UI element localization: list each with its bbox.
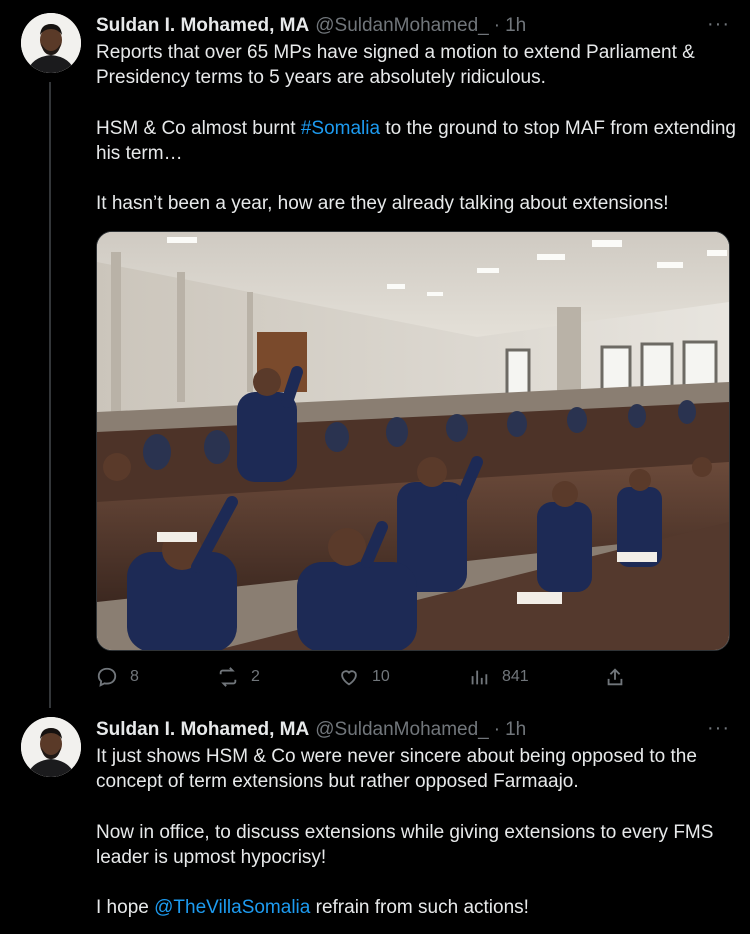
author-name[interactable]: Suldan I. Mohamed, MA [96, 719, 309, 741]
repost-icon [219, 667, 237, 687]
author-handle[interactable]: @SuldanMohamed_ [315, 719, 489, 741]
tweet-actions-bar: 8 2 10 841 [96, 662, 736, 692]
share-button[interactable] [604, 662, 626, 692]
tweet-text-paragraph: It just shows HSM & Co were never sincer… [96, 746, 703, 792]
share-icon [607, 668, 623, 686]
separator-dot: · [493, 719, 501, 740]
repost-count: 2 [251, 668, 260, 685]
tweet-header: Suldan I. Mohamed, MA @SuldanMohamed_ · … [96, 13, 730, 39]
author-avatar[interactable] [21, 717, 81, 777]
separator-dot: · [493, 15, 501, 36]
reply-button[interactable]: 8 [96, 662, 139, 692]
hashtag-link[interactable]: #Somalia [301, 118, 380, 139]
timestamp[interactable]: 1h [505, 719, 526, 741]
tweet-text-paragraph: Now in office, to discuss extensions whi… [96, 822, 719, 868]
parliament-hall-image [97, 232, 729, 650]
views-chart-icon [471, 670, 488, 685]
views-button[interactable]: 841 [468, 662, 529, 692]
mention-link[interactable]: @TheVillaSomalia [154, 897, 310, 918]
reply-icon [97, 667, 117, 687]
more-options-icon[interactable]: ··· [707, 717, 730, 740]
tweet-text-paragraph: It hasn’t been a year, how are they alre… [96, 193, 669, 214]
tweet-text-paragraph: HSM & Co almost burnt #Somalia to the gr… [96, 116, 736, 166]
repost-button[interactable]: 2 [217, 662, 260, 692]
tweet-text-paragraph: I hope @TheVillaSomalia refrain from suc… [96, 895, 736, 920]
like-button[interactable]: 10 [338, 662, 390, 692]
text-segment: HSM & Co almost burnt [96, 118, 301, 139]
tweet-photo[interactable] [96, 231, 730, 651]
author-name[interactable]: Suldan I. Mohamed, MA [96, 15, 309, 37]
text-segment: I hope [96, 897, 155, 918]
author-handle[interactable]: @SuldanMohamed_ [315, 15, 489, 37]
timestamp[interactable]: 1h [505, 15, 526, 37]
tweet-text-paragraph: Reports that over 65 MPs have signed a m… [96, 42, 701, 88]
more-options-icon[interactable]: ··· [707, 13, 730, 36]
tweet-header: Suldan I. Mohamed, MA @SuldanMohamed_ · … [96, 717, 730, 743]
views-count: 841 [502, 668, 529, 685]
heart-icon [341, 670, 357, 686]
thread-connector-line [49, 82, 51, 708]
like-count: 10 [372, 668, 390, 685]
reply-count: 8 [130, 668, 139, 685]
text-segment: refrain from such actions! [310, 897, 529, 918]
author-avatar[interactable] [21, 13, 81, 73]
